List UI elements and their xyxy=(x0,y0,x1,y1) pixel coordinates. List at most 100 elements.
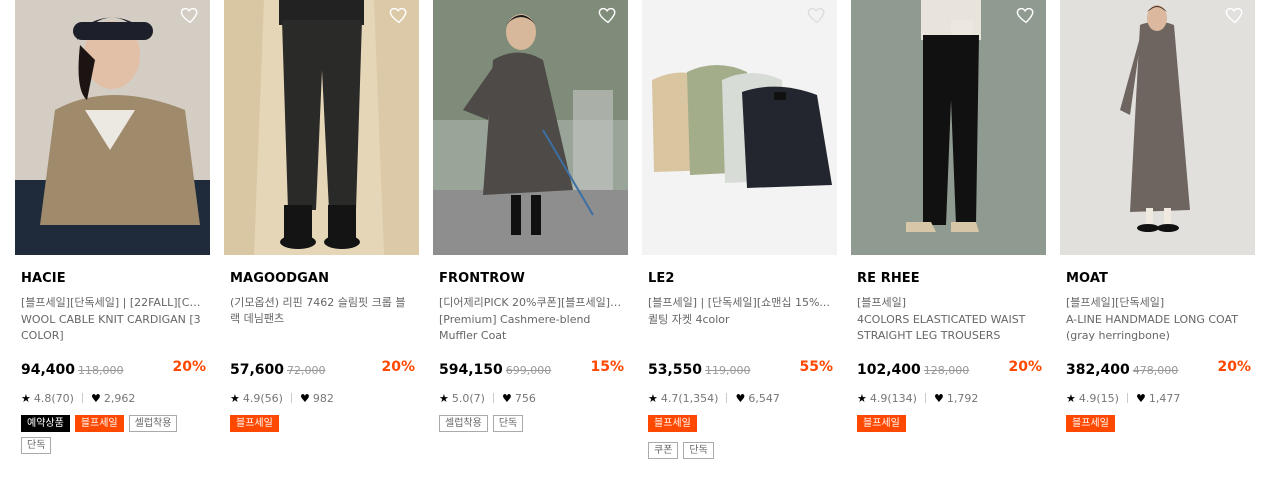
original-price: 699,000 xyxy=(505,364,552,377)
divider xyxy=(726,393,728,403)
like-count: 1,477 xyxy=(1148,391,1181,405)
sale-badge: 블프세일 xyxy=(648,415,697,432)
divider xyxy=(290,393,292,403)
star-icon: ★ xyxy=(21,391,31,405)
product-image[interactable] xyxy=(15,0,210,255)
sale-price: 94,400 xyxy=(21,362,76,378)
sale-price: 102,400 xyxy=(857,362,921,378)
price-row: 102,400 128,000 20% xyxy=(857,359,1046,381)
product-tagline: [블프세일][단독세일] xyxy=(1066,296,1165,309)
price-row: 594,150 699,000 15% xyxy=(439,359,628,381)
product-tagline: [블프세일][단독세일] | [22FALL][CH... xyxy=(21,296,206,309)
product-card[interactable]: MAGOODGAN (기모옵션) 리핀 7462 슬림핏 크롭 블랙 데님팬츠 … xyxy=(224,0,419,432)
exclusive-badge: 단독 xyxy=(492,415,524,432)
sale-price: 382,400 xyxy=(1066,362,1130,378)
product-tagline: [블프세일] xyxy=(857,296,907,309)
price-row: 94,400 118,000 20% xyxy=(21,359,210,381)
heart-outline-icon[interactable] xyxy=(1015,4,1037,26)
badge-list: 블프세일 xyxy=(230,415,420,432)
rating: 4.9(134) xyxy=(869,391,917,405)
product-name[interactable]: A-LINE HANDMADE LONG COAT (gray herringb… xyxy=(1066,312,1251,344)
heart-outline-icon[interactable] xyxy=(388,4,410,26)
heart-filled-icon: ♥ xyxy=(299,391,310,405)
heart-outline-icon[interactable] xyxy=(179,4,201,26)
heart-filled-icon: ♥ xyxy=(735,391,746,405)
badge-list: 블프세일 xyxy=(1066,415,1256,432)
original-price: 478,000 xyxy=(1132,364,1179,377)
celeb-badge: 셀럽착용 xyxy=(439,415,488,432)
product-name[interactable]: WOOL CABLE KNIT CARDIGAN [3 COLOR] xyxy=(21,312,206,344)
product-tagline: [블프세일] | [단독세일][쇼맨십 15%... xyxy=(648,296,830,309)
brand-name[interactable]: FRONTROW xyxy=(439,271,628,289)
rating: 5.0(7) xyxy=(451,391,485,405)
coupon-badge: 쿠폰 xyxy=(648,442,679,459)
heart-filled-icon: ♥ xyxy=(1135,391,1146,405)
sale-price: 57,600 xyxy=(230,362,285,378)
discount-rate: 15% xyxy=(590,359,624,375)
rating: 4.7(1,354) xyxy=(660,391,719,405)
sale-badge: 블프세일 xyxy=(857,415,906,432)
celeb-badge: 셀럽착용 xyxy=(128,415,178,432)
product-name[interactable]: [Premium] Cashmere-blend Muffler Coat xyxy=(439,312,624,344)
divider xyxy=(1126,393,1128,403)
product-image[interactable] xyxy=(433,0,628,255)
heart-outline-icon[interactable] xyxy=(597,4,619,26)
badge-list: 예약상품 블프세일 셀럽착용 단독 xyxy=(21,415,211,454)
price-row: 382,400 478,000 20% xyxy=(1066,359,1255,381)
discount-rate: 20% xyxy=(1008,359,1042,375)
heart-outline-icon[interactable] xyxy=(1224,4,1246,26)
star-icon: ★ xyxy=(857,391,867,405)
product-stats: ★ 4.7(1,354) ♥ 6,547 xyxy=(648,390,837,406)
exclusive-badge: 단독 xyxy=(683,442,714,459)
product-name[interactable] xyxy=(230,328,415,344)
original-price: 118,000 xyxy=(78,364,124,377)
product-card[interactable]: MOAT [블프세일][단독세일] A-LINE HANDMADE LONG C… xyxy=(1060,0,1255,432)
brand-name[interactable]: LE2 xyxy=(648,271,837,289)
divider xyxy=(492,393,494,403)
brand-name[interactable]: MAGOODGAN xyxy=(230,271,419,289)
discount-rate: 20% xyxy=(381,359,415,375)
product-stats: ★ 4.8(70) ♥ 2,962 xyxy=(21,390,210,406)
original-price: 128,000 xyxy=(923,364,970,377)
brand-name[interactable]: HACIE xyxy=(21,271,210,289)
product-name[interactable]: 퀼팅 자켓 4color xyxy=(648,312,833,344)
preorder-badge: 예약상품 xyxy=(21,415,70,432)
star-icon: ★ xyxy=(648,391,658,405)
rating: 4.8(70) xyxy=(33,391,74,405)
sale-price: 594,150 xyxy=(439,362,503,378)
product-card[interactable]: HACIE [블프세일][단독세일] | [22FALL][CH... WOOL… xyxy=(15,0,210,454)
product-card[interactable]: LE2 [블프세일] | [단독세일][쇼맨십 15%... 퀼팅 자켓 4co… xyxy=(642,0,837,459)
divider xyxy=(81,393,83,403)
product-card[interactable]: FRONTROW [디어제리PICK 20%쿠폰][블프세일] ... [Pre… xyxy=(433,0,628,432)
brand-name[interactable]: MOAT xyxy=(1066,271,1255,289)
heart-outline-icon[interactable] xyxy=(806,4,828,26)
product-stats: ★ 5.0(7) ♥ 756 xyxy=(439,390,628,406)
product-image[interactable] xyxy=(851,0,1046,255)
badge-list: 셀럽착용 단독 xyxy=(439,415,629,432)
like-count: 1,792 xyxy=(946,391,979,405)
product-card[interactable]: RE RHEE [블프세일] 4COLORS ELASTICATED WAIST… xyxy=(851,0,1046,432)
star-icon: ★ xyxy=(230,391,240,405)
heart-filled-icon: ♥ xyxy=(933,391,944,405)
price-row: 57,600 72,000 20% xyxy=(230,359,419,381)
product-image[interactable] xyxy=(1060,0,1255,255)
original-price: 119,000 xyxy=(705,364,751,377)
product-tagline: [디어제리PICK 20%쿠폰][블프세일] ... xyxy=(439,296,624,309)
product-grid: HACIE [블프세일][단독세일] | [22FALL][CH... WOOL… xyxy=(0,0,1273,495)
brand-name[interactable]: RE RHEE xyxy=(857,271,1046,289)
product-stats: ★ 4.9(134) ♥ 1,792 xyxy=(857,390,1046,406)
exclusive-badge: 단독 xyxy=(21,437,52,454)
badge-list: 블프세일 xyxy=(857,415,1047,432)
rating: 4.9(15) xyxy=(1078,391,1119,405)
like-count: 6,547 xyxy=(748,391,780,405)
star-icon: ★ xyxy=(439,391,449,405)
heart-filled-icon: ♥ xyxy=(90,391,101,405)
sale-badge: 블프세일 xyxy=(74,415,124,432)
product-image[interactable] xyxy=(642,0,837,255)
original-price: 72,000 xyxy=(287,364,326,377)
product-stats: ★ 4.9(15) ♥ 1,477 xyxy=(1066,390,1255,406)
product-stats: ★ 4.9(56) ♥ 982 xyxy=(230,390,419,406)
product-image[interactable] xyxy=(224,0,419,255)
product-name[interactable]: 4COLORS ELASTICATED WAIST STRAIGHT LEG T… xyxy=(857,312,1042,344)
discount-rate: 55% xyxy=(799,359,833,375)
